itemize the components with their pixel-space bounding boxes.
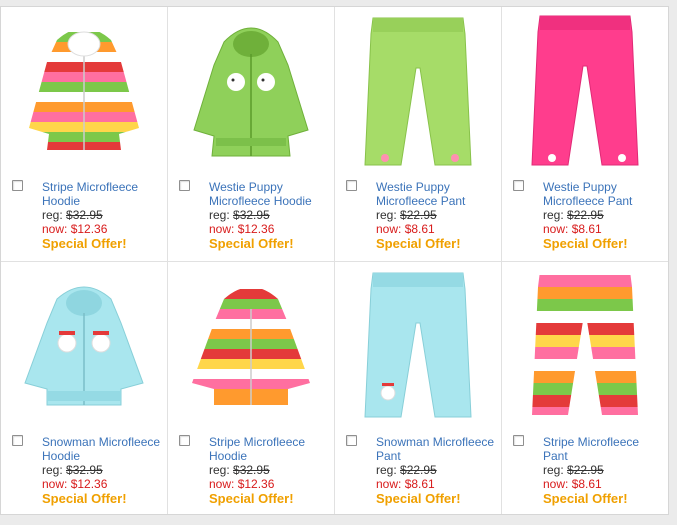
westie-puppy-hoodie-image[interactable]	[176, 10, 326, 170]
product-cell: Stripe Microfleece Hoodie reg: $32.95 no…	[168, 262, 335, 514]
reg-label: reg:	[543, 208, 568, 222]
checkbox-icon[interactable]	[346, 435, 357, 446]
reg-label: reg:	[42, 463, 67, 477]
product-name-link[interactable]: Stripe Microfleece Hoodie	[209, 435, 331, 463]
product-cell: Snowman Microfleece Pant reg: $22.95 now…	[335, 262, 502, 514]
snowman-pant-image[interactable]	[343, 265, 493, 425]
product-name-link[interactable]: Westie Puppy Microfleece Pant	[543, 180, 665, 208]
product-grid: Stripe Microfleece Hoodie reg: $32.95 no…	[0, 6, 669, 515]
sale-price: now: $8.61	[543, 477, 602, 491]
reg-label: reg:	[543, 463, 568, 477]
reg-label: reg:	[376, 208, 401, 222]
special-offer-label[interactable]: Special Offer!	[376, 492, 498, 506]
green-pant-image[interactable]	[343, 10, 493, 170]
checkbox-icon[interactable]	[346, 180, 357, 191]
checkbox-icon[interactable]	[513, 180, 524, 191]
sale-price: now: $12.36	[42, 222, 108, 236]
product-name-link[interactable]: Stripe Microfleece Pant	[543, 435, 665, 463]
reg-price: $32.95	[233, 463, 270, 477]
sale-price: now: $8.61	[376, 477, 435, 491]
product-name-link[interactable]: Snowman Microfleece Pant	[376, 435, 498, 463]
reg-price: $22.95	[567, 463, 604, 477]
reg-price: $22.95	[567, 208, 604, 222]
stripe-hoodie-image[interactable]	[9, 10, 159, 170]
sale-price: now: $12.36	[209, 477, 275, 491]
sale-price: now: $12.36	[209, 222, 275, 236]
pink-pant-image[interactable]	[510, 10, 660, 170]
product-name-link[interactable]: Westie Puppy Microfleece Pant	[376, 180, 498, 208]
product-name-link[interactable]: Snowman Microfleece Hoodie	[42, 435, 164, 463]
reg-label: reg:	[376, 463, 401, 477]
reg-label: reg:	[42, 208, 67, 222]
reg-price: $22.95	[400, 463, 437, 477]
special-offer-label[interactable]: Special Offer!	[543, 237, 665, 251]
product-name-link[interactable]: Stripe Microfleece Hoodie	[42, 180, 164, 208]
product-name-link[interactable]: Westie Puppy Microfleece Hoodie	[209, 180, 331, 208]
checkbox-icon[interactable]	[12, 435, 23, 446]
sale-price: now: $8.61	[543, 222, 602, 236]
sale-price: now: $8.61	[376, 222, 435, 236]
product-cell: Snowman Microfleece Hoodie reg: $32.95 n…	[1, 262, 168, 514]
product-cell: Westie Puppy Microfleece Pant reg: $22.9…	[335, 7, 502, 262]
product-cell: Stripe Microfleece Hoodie reg: $32.95 no…	[1, 7, 168, 262]
reg-price: $22.95	[400, 208, 437, 222]
special-offer-label[interactable]: Special Offer!	[42, 492, 164, 506]
checkbox-icon[interactable]	[179, 180, 190, 191]
reg-price: $32.95	[66, 208, 103, 222]
reg-label: reg:	[209, 208, 234, 222]
special-offer-label[interactable]: Special Offer!	[209, 237, 331, 251]
sale-price: now: $12.36	[42, 477, 108, 491]
reg-price: $32.95	[233, 208, 270, 222]
product-cell: Stripe Microfleece Pant reg: $22.95 now:…	[502, 262, 668, 514]
snowman-hoodie-image[interactable]	[9, 265, 159, 425]
special-offer-label[interactable]: Special Offer!	[209, 492, 331, 506]
reg-label: reg:	[209, 463, 234, 477]
special-offer-label[interactable]: Special Offer!	[42, 237, 164, 251]
stripe-hoodie-image[interactable]	[176, 265, 326, 425]
checkbox-icon[interactable]	[12, 180, 23, 191]
reg-price: $32.95	[66, 463, 103, 477]
product-cell: Westie Puppy Microfleece Hoodie reg: $32…	[168, 7, 335, 262]
checkbox-icon[interactable]	[179, 435, 190, 446]
special-offer-label[interactable]: Special Offer!	[376, 237, 498, 251]
product-cell: Westie Puppy Microfleece Pant reg: $22.9…	[502, 7, 668, 262]
special-offer-label[interactable]: Special Offer!	[543, 492, 665, 506]
stripe-pant-image[interactable]	[510, 265, 660, 425]
checkbox-icon[interactable]	[513, 435, 524, 446]
